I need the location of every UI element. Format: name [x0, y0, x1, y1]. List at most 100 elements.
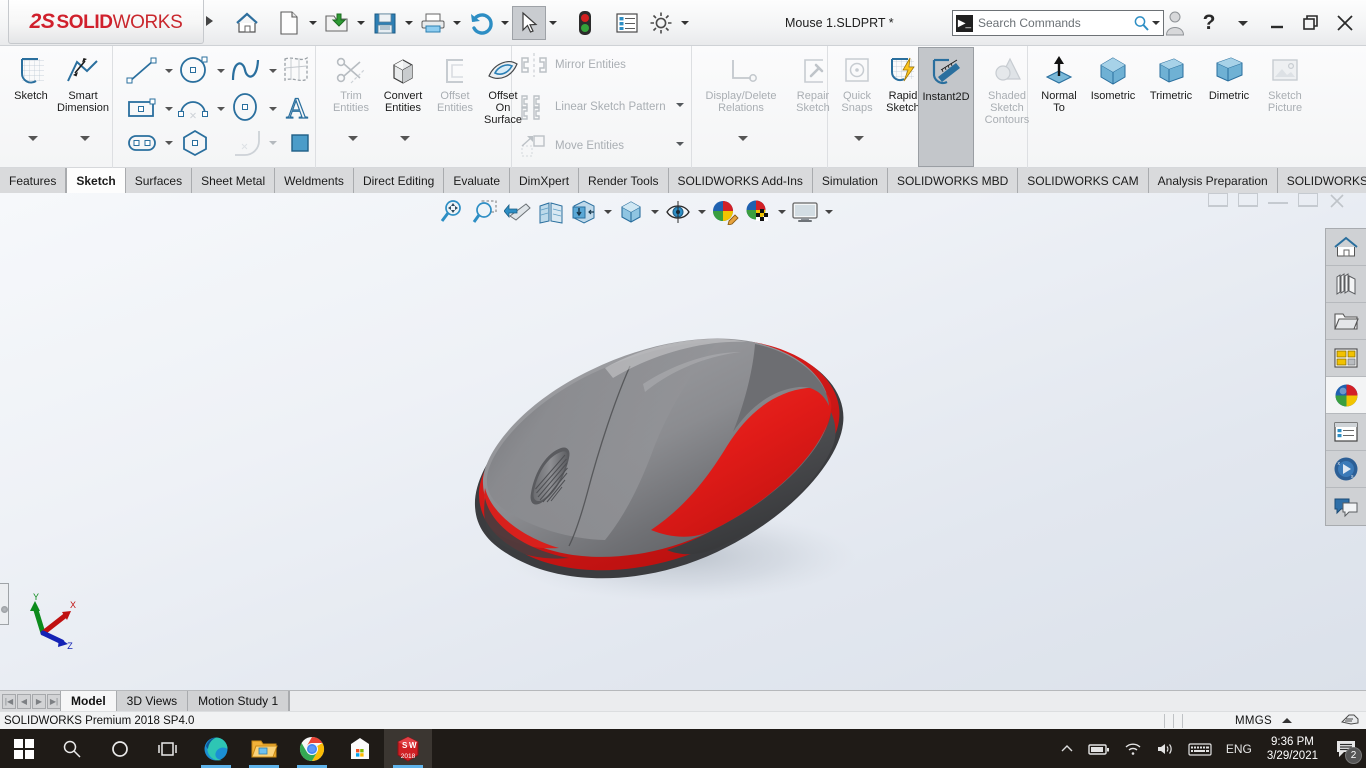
- last-tab-button[interactable]: ▶|: [47, 693, 61, 709]
- print-dropdown-icon[interactable]: [450, 6, 464, 40]
- open-document-dropdown-icon[interactable]: [354, 6, 368, 40]
- undo-button[interactable]: [464, 6, 498, 40]
- solidworks-resources-icon[interactable]: [1326, 229, 1366, 266]
- feature-manager-collapsed-tab[interactable]: [0, 583, 9, 625]
- ribbon-arc-button[interactable]: [176, 92, 212, 122]
- apply-scene-dropdown-icon[interactable]: [775, 195, 788, 229]
- minimize-button[interactable]: [1262, 7, 1292, 39]
- options-dropdown-icon[interactable]: [678, 6, 692, 40]
- next-tab-button[interactable]: ▶: [32, 693, 46, 709]
- google-chrome-icon[interactable]: [288, 729, 336, 768]
- ribbon-mirror-entities-button[interactable]: Mirror Entities: [520, 52, 626, 78]
- tab-sheet-metal[interactable]: Sheet Metal: [192, 168, 276, 193]
- spline-dropdown-icon[interactable]: [269, 69, 277, 73]
- hide-show-items-icon[interactable]: [662, 195, 694, 229]
- tab-solidworks-cam[interactable]: SOLIDWORKS CAM: [1018, 168, 1149, 193]
- ribbon-dimetric-button[interactable]: Dimetric: [1200, 54, 1258, 102]
- volume-icon[interactable]: [1149, 729, 1181, 768]
- notifications-button[interactable]: 2: [1326, 729, 1366, 768]
- edit-document-icon[interactable]: [1340, 712, 1366, 730]
- ribbon-linear-sketch-pattern-button[interactable]: Linear Sketch Pattern: [520, 94, 666, 120]
- task-view-icon[interactable]: [144, 729, 192, 768]
- rectangle-dropdown-icon[interactable]: [165, 107, 173, 111]
- tab-surfaces[interactable]: Surfaces: [125, 168, 193, 193]
- previous-tab-button[interactable]: ◀: [17, 693, 31, 709]
- ribbon-polygon-button[interactable]: [178, 128, 212, 158]
- doc-restore-button[interactable]: [1238, 193, 1258, 207]
- cortana-icon[interactable]: [96, 729, 144, 768]
- ribbon-move-entities-button[interactable]: Move Entities: [520, 134, 624, 158]
- search-taskbar-icon[interactable]: [48, 729, 96, 768]
- microsoft-edge-icon[interactable]: [192, 729, 240, 768]
- keyboard-icon[interactable]: [1181, 729, 1219, 768]
- sketch-more-caret-icon[interactable]: [28, 136, 38, 141]
- tab-simulation[interactable]: Simulation: [812, 168, 888, 193]
- open-document-button[interactable]: [320, 6, 354, 40]
- user-account-icon[interactable]: [1160, 7, 1190, 39]
- edit-appearance-icon[interactable]: [709, 195, 741, 229]
- doc-maximize-button[interactable]: [1298, 193, 1318, 207]
- comments-icon[interactable]: [1326, 488, 1366, 525]
- ribbon-trim-entities-button[interactable]: Trim Entities: [322, 54, 380, 141]
- ribbon-sketch-picture-button[interactable]: Sketch Picture: [1256, 54, 1314, 114]
- search-input[interactable]: Search Commands: [978, 16, 1133, 30]
- magnifier-icon[interactable]: [1133, 15, 1150, 32]
- new-document-button[interactable]: [272, 6, 306, 40]
- home-button[interactable]: [230, 6, 264, 40]
- graphics-area[interactable]: Y X Z x s: [0, 193, 1366, 690]
- help-dropdown-icon[interactable]: [1228, 7, 1258, 39]
- ribbon-isometric-button[interactable]: Isometric: [1084, 54, 1142, 102]
- doc-tab-model[interactable]: Model: [60, 691, 117, 711]
- tab-solidworks-inspection[interactable]: SOLIDWORKS Inspection: [1277, 168, 1366, 193]
- show-hidden-icons-chevron[interactable]: [1053, 729, 1081, 768]
- apply-scene-icon[interactable]: [742, 195, 774, 229]
- ribbon-ellipse-button[interactable]: [228, 92, 264, 122]
- custom-properties-icon[interactable]: [1326, 414, 1366, 451]
- ribbon-plane-button[interactable]: [289, 132, 311, 154]
- line-dropdown-icon[interactable]: [165, 69, 173, 73]
- ribbon-normal-to-button[interactable]: Normal To: [1030, 54, 1088, 114]
- tab-dimxpert[interactable]: DimXpert: [510, 168, 580, 193]
- file-explorer-icon[interactable]: [1326, 303, 1366, 340]
- tab-direct-editing[interactable]: Direct Editing: [353, 168, 445, 193]
- tab-weldments[interactable]: Weldments: [275, 168, 354, 193]
- doc-close-button[interactable]: [1328, 193, 1348, 208]
- ribbon-slot-button[interactable]: [125, 130, 161, 156]
- print-button[interactable]: [416, 6, 450, 40]
- undo-dropdown-icon[interactable]: [498, 6, 512, 40]
- ribbon-convert-entities-button[interactable]: Convert Entities: [374, 54, 432, 141]
- sketch-fillet-dropdown-icon[interactable]: [269, 141, 277, 145]
- move-entities-dropdown-icon[interactable]: [676, 142, 684, 146]
- ribbon-surface-sketch-button[interactable]: [281, 54, 311, 86]
- battery-icon[interactable]: [1081, 729, 1117, 768]
- ribbon-line-button[interactable]: [125, 56, 161, 86]
- search-commands-box[interactable]: ▶_ Search Commands: [952, 10, 1164, 36]
- section-view-icon[interactable]: [535, 195, 567, 229]
- restore-button[interactable]: [1296, 7, 1326, 39]
- ribbon-text-button[interactable]: A: [283, 92, 311, 122]
- close-button[interactable]: [1330, 7, 1360, 39]
- design-library-icon[interactable]: [1326, 266, 1366, 303]
- solidworks-logo-tab[interactable]: 2S SOLIDWORKS: [8, 0, 204, 44]
- convert-more-caret-icon[interactable]: [400, 136, 410, 141]
- ellipse-dropdown-icon[interactable]: [269, 107, 277, 111]
- solidworks-forum-icon[interactable]: x s: [1326, 451, 1366, 488]
- ribbon-instant2d-button[interactable]: Instant2D: [918, 47, 974, 167]
- view-settings-dropdown-icon[interactable]: [822, 195, 835, 229]
- tab-analysis-preparation[interactable]: Analysis Preparation: [1148, 168, 1278, 193]
- ribbon-rectangle-button[interactable]: [125, 94, 161, 122]
- circle-dropdown-icon[interactable]: [217, 69, 225, 73]
- doc-minimize-button[interactable]: [1208, 193, 1228, 207]
- tab-render-tools[interactable]: Render Tools: [579, 168, 669, 193]
- doc-tab-3d-views[interactable]: 3D Views: [115, 691, 189, 711]
- doc-collapse-button[interactable]: [1268, 196, 1288, 204]
- zoom-to-area-icon[interactable]: [469, 195, 501, 229]
- quick-snaps-more-caret-icon[interactable]: [854, 136, 864, 141]
- first-tab-button[interactable]: |◀: [2, 693, 16, 709]
- display-style-dropdown-icon[interactable]: [648, 195, 661, 229]
- expand-menu-caret-icon[interactable]: [206, 16, 213, 26]
- save-dropdown-icon[interactable]: [402, 6, 416, 40]
- slot-dropdown-icon[interactable]: [165, 141, 173, 145]
- view-orientation-icon[interactable]: [568, 195, 600, 229]
- new-document-dropdown-icon[interactable]: [306, 6, 320, 40]
